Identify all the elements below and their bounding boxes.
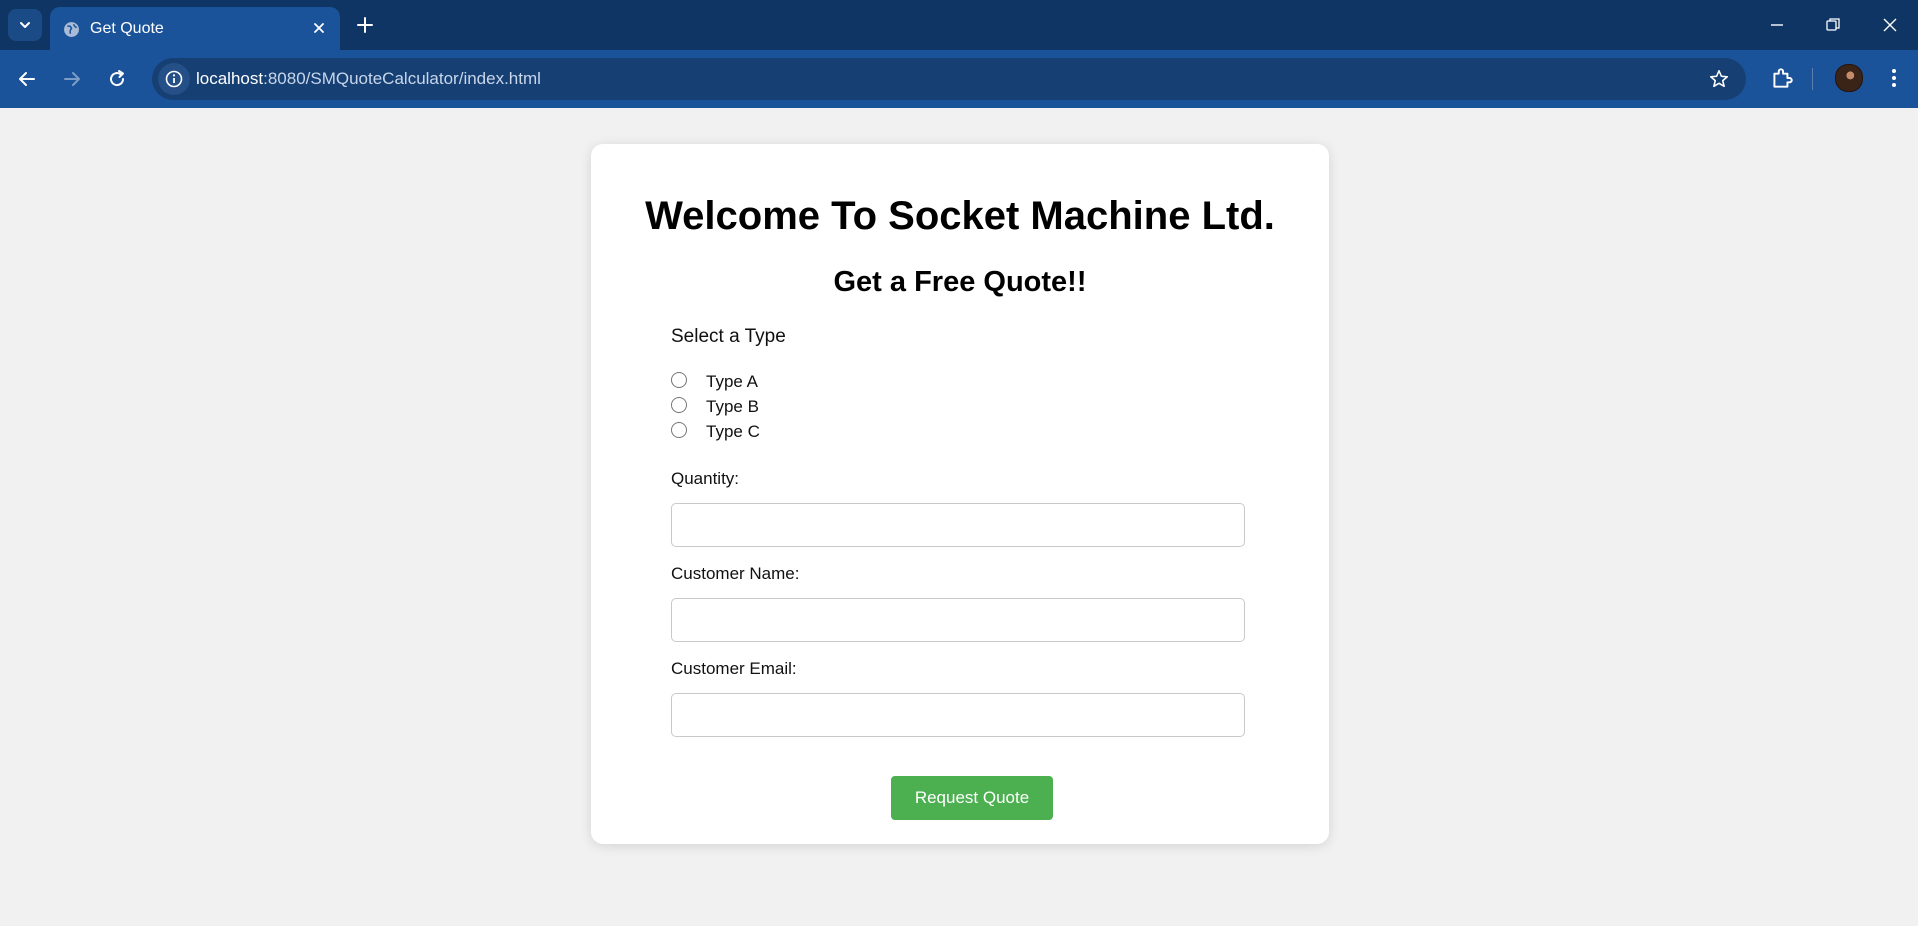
browser-toolbar: localhost:8080/SMQuoteCalculator/index.h… <box>0 50 1918 108</box>
chevron-down-icon <box>20 22 30 28</box>
info-icon <box>165 70 183 88</box>
customer-email-label: Customer Email: <box>671 659 797 678</box>
toolbar-divider <box>1812 68 1813 90</box>
type-option-a[interactable]: Type A <box>671 370 758 394</box>
url-host: localhost <box>196 69 264 88</box>
quote-form-card: Welcome To Socket Machine Ltd. Get a Fre… <box>591 144 1329 844</box>
forward-arrow-icon[interactable] <box>60 67 84 91</box>
new-tab-icon[interactable] <box>354 14 376 36</box>
restore-icon[interactable] <box>1822 14 1844 36</box>
url-text[interactable]: localhost:8080/SMQuoteCalculator/index.h… <box>196 69 541 89</box>
customer-name-label: Customer Name: <box>671 564 800 583</box>
back-arrow-icon[interactable] <box>15 67 39 91</box>
request-quote-button[interactable]: Request Quote <box>891 776 1053 820</box>
page-subtitle: Get a Free Quote!! <box>833 266 1087 298</box>
minimize-icon[interactable] <box>1766 14 1788 36</box>
tab-strip: Get Quote <box>0 0 1918 50</box>
extensions-puzzle-icon[interactable] <box>1769 65 1795 91</box>
quantity-input[interactable] <box>671 503 1245 547</box>
page-title: Welcome To Socket Machine Ltd. <box>645 194 1275 238</box>
type-a-label[interactable]: Type A <box>706 372 758 392</box>
tab-search-button[interactable] <box>8 9 42 41</box>
type-b-radio[interactable] <box>671 397 687 413</box>
type-a-radio[interactable] <box>671 372 687 388</box>
close-window-icon[interactable] <box>1879 14 1901 36</box>
type-option-b[interactable]: Type B <box>671 395 759 419</box>
tab-get-quote[interactable]: Get Quote <box>50 7 340 50</box>
site-info-button[interactable] <box>158 63 190 95</box>
customer-name-input[interactable] <box>671 598 1245 642</box>
type-label: Select a Type <box>671 326 786 347</box>
type-c-label[interactable]: Type C <box>706 422 760 442</box>
more-vert-icon[interactable] <box>1882 66 1906 90</box>
quantity-label: Quantity: <box>671 469 740 488</box>
globe-icon <box>64 22 79 37</box>
type-c-radio[interactable] <box>671 422 687 438</box>
profile-avatar[interactable] <box>1835 64 1863 92</box>
url-path: :8080/SMQuoteCalculator/index.html <box>263 69 541 88</box>
bookmark-star-icon[interactable] <box>1708 68 1730 90</box>
tab-title: Get Quote <box>90 20 164 37</box>
address-bar[interactable]: localhost:8080/SMQuoteCalculator/index.h… <box>152 58 1746 100</box>
customer-email-input[interactable] <box>671 693 1245 737</box>
type-option-c[interactable]: Type C <box>671 420 760 444</box>
reload-icon[interactable] <box>105 67 129 91</box>
type-b-label[interactable]: Type B <box>706 397 759 417</box>
close-tab-icon[interactable] <box>310 19 328 37</box>
